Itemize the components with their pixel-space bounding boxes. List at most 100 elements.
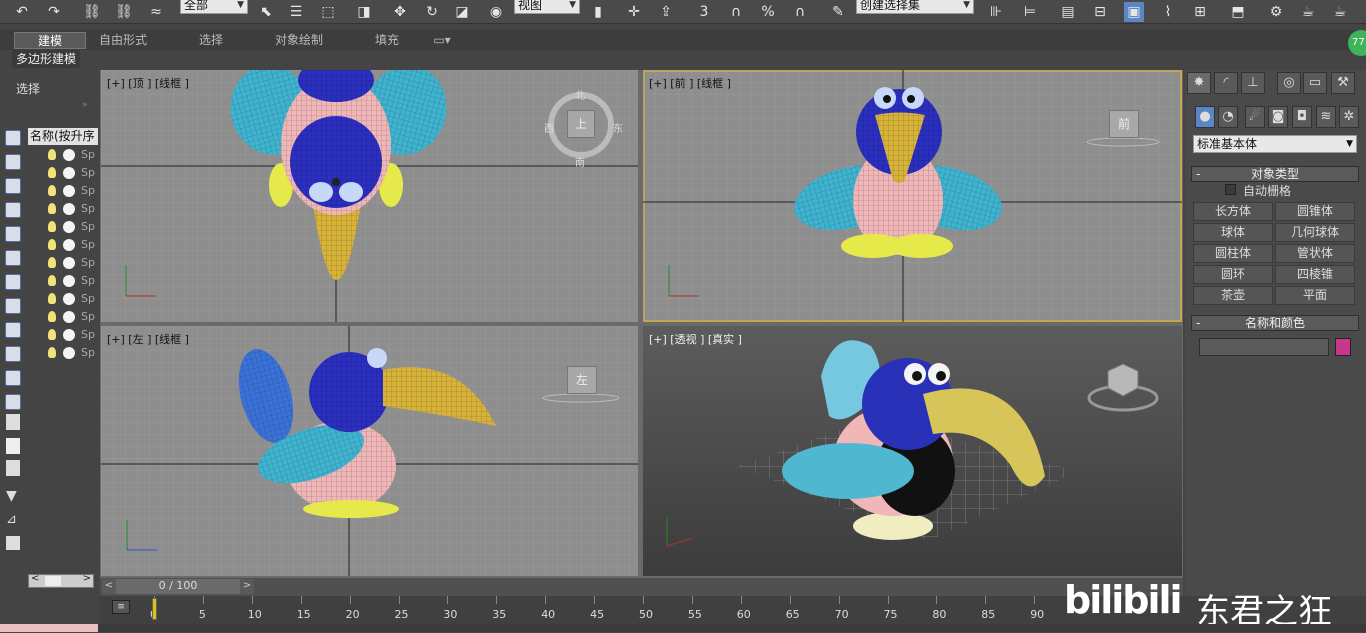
tab-modeling[interactable]: 建模 (14, 32, 86, 49)
time-slider-thumb[interactable]: 0 / 100 (116, 579, 240, 594)
geometry-icon[interactable]: ● (1195, 106, 1215, 128)
render-setup-icon[interactable]: ⚙ (1266, 2, 1286, 22)
scroll-right-icon[interactable]: > (83, 573, 91, 584)
scene-row[interactable]: Sp (30, 326, 98, 344)
render-globe-icon[interactable] (63, 347, 75, 359)
viewport-left[interactable]: [+] [左 ] [线框 ] 左 (101, 326, 638, 576)
helpers-icon[interactable]: ◘ (1292, 106, 1312, 128)
filter-bones-icon[interactable] (5, 322, 21, 338)
object-type-rollout[interactable]: - 对象类型 (1191, 166, 1359, 182)
mirror-icon[interactable]: ⊪ (986, 2, 1006, 22)
rotate-icon[interactable]: ↻ (422, 2, 442, 22)
filter-frozen-icon[interactable] (5, 370, 21, 386)
select-menu-label[interactable]: 选择 (16, 80, 40, 97)
mini-curve-editor-icon[interactable]: ≡ (112, 600, 130, 614)
render-globe-icon[interactable] (63, 311, 75, 323)
viewport-front-label[interactable]: [+] [前 ] [线框 ] (649, 75, 731, 91)
spinner-snap-icon[interactable]: ∩ (790, 2, 810, 22)
sort-icon[interactable] (6, 536, 20, 550)
render-globe-icon[interactable] (63, 239, 75, 251)
light-bulb-icon[interactable] (48, 347, 56, 358)
filter-xrefs-icon[interactable] (5, 298, 21, 314)
display-all-icon[interactable] (6, 414, 20, 430)
viewport-perspective[interactable]: [+] [透视 ] [真实 ] (643, 326, 1182, 576)
light-bulb-icon[interactable] (48, 149, 56, 160)
move-icon[interactable]: ✥ (390, 2, 410, 22)
scroll-thumb[interactable] (45, 576, 61, 586)
torus-button[interactable]: 圆环 (1193, 265, 1273, 284)
scene-row[interactable]: Sp (30, 182, 98, 200)
autogrid-checkbox[interactable] (1225, 184, 1236, 195)
select-object-icon[interactable]: ⬉ (256, 2, 276, 22)
object-name-input[interactable] (1199, 338, 1329, 356)
light-bulb-icon[interactable] (48, 167, 56, 178)
viewport-top-label[interactable]: [+] [顶 ] [线框 ] (107, 75, 189, 91)
render-globe-icon[interactable] (63, 329, 75, 341)
lights-icon[interactable]: ☄ (1245, 106, 1265, 128)
modify-tab-icon[interactable]: ◜ (1214, 72, 1238, 94)
scene-row[interactable]: Sp (30, 236, 98, 254)
ribbon-toggle-icon[interactable]: ▣ (1124, 2, 1144, 22)
filter-icon[interactable]: ▼ (6, 488, 17, 504)
place-icon[interactable]: ◉ (486, 2, 506, 22)
render-globe-icon[interactable] (63, 275, 75, 287)
render-globe-icon[interactable] (63, 257, 75, 269)
light-bulb-icon[interactable] (48, 257, 56, 268)
motion-tab-icon[interactable]: ◎ (1277, 72, 1301, 94)
layer-filter-icon[interactable]: ⊿ (6, 512, 17, 527)
percent-snap-icon[interactable]: % (758, 2, 778, 22)
reference-coord-dropdown[interactable]: 视图 ▼ (514, 0, 580, 14)
scene-row[interactable]: Sp (30, 218, 98, 236)
redo-icon[interactable]: ↷ (44, 2, 64, 22)
collapse-icon[interactable]: » (82, 100, 88, 110)
name-color-rollout[interactable]: - 名称和颜色 (1191, 315, 1359, 331)
maxscript-listener[interactable] (0, 624, 98, 632)
filter-containers-icon[interactable] (5, 346, 21, 362)
filter-geometry-icon[interactable] (5, 130, 21, 146)
render-globe-icon[interactable] (63, 167, 75, 179)
name-column-header[interactable]: 名称(按升序 (28, 128, 98, 145)
utilities-tab-icon[interactable]: ⚒ (1331, 72, 1355, 94)
pyramid-button[interactable]: 四棱锥 (1275, 265, 1355, 284)
unlink-icon[interactable]: ⛓ (114, 2, 134, 22)
undo-icon[interactable]: ↶ (12, 2, 32, 22)
shapes-icon[interactable]: ◔ (1218, 106, 1238, 128)
systems-icon[interactable]: ✲ (1339, 106, 1359, 128)
invert-display-icon[interactable] (6, 460, 20, 476)
keyboard-shortcut-icon[interactable]: ⇪ (656, 2, 676, 22)
tab-freeform[interactable]: 自由形式 (88, 32, 158, 49)
light-bulb-icon[interactable] (48, 239, 56, 250)
filter-helpers-icon[interactable] (5, 226, 21, 242)
viewcube-left[interactable]: 左 (567, 366, 597, 394)
render-globe-icon[interactable] (63, 149, 75, 161)
tab-object-paint[interactable]: 对象绘制 (262, 32, 336, 49)
filter-shapes-icon[interactable] (5, 154, 21, 170)
render-globe-icon[interactable] (63, 293, 75, 305)
rect-select-region-icon[interactable]: ⬚ (318, 2, 338, 22)
bind-spacewarp-icon[interactable]: ≈ (146, 2, 166, 22)
render-globe-icon[interactable] (63, 185, 75, 197)
box-button[interactable]: 长方体 (1193, 202, 1273, 221)
filter-groups-icon[interactable] (5, 274, 21, 290)
current-frame-marker[interactable] (152, 598, 157, 620)
tab-selection[interactable]: 选择 (176, 32, 246, 49)
display-none-icon[interactable] (6, 438, 20, 454)
render-frame-icon[interactable]: ☕ (1298, 2, 1318, 22)
light-bulb-icon[interactable] (48, 293, 56, 304)
viewport-left-label[interactable]: [+] [左 ] [线框 ] (107, 331, 189, 347)
scene-row[interactable]: Sp (30, 272, 98, 290)
ribbon-options-button[interactable]: ▭▾ (428, 32, 456, 49)
light-bulb-icon[interactable] (48, 329, 56, 340)
scene-row[interactable]: Sp (30, 146, 98, 164)
category-dropdown[interactable]: 标准基本体 ▼ (1193, 135, 1357, 153)
render-globe-icon[interactable] (63, 203, 75, 215)
display-tab-icon[interactable]: ▭ (1303, 72, 1327, 94)
scene-row[interactable]: Sp (30, 290, 98, 308)
teapot-button[interactable]: 茶壶 (1193, 286, 1273, 305)
time-prev-button[interactable]: < (102, 579, 116, 594)
light-bulb-icon[interactable] (48, 275, 56, 286)
filter-cameras-icon[interactable] (5, 202, 21, 218)
viewcube-top[interactable]: 上 (567, 110, 595, 138)
viewport-perspective-label[interactable]: [+] [透视 ] [真实 ] (649, 331, 742, 347)
subtab-polygon-modeling[interactable]: 多边形建模 (12, 50, 81, 68)
